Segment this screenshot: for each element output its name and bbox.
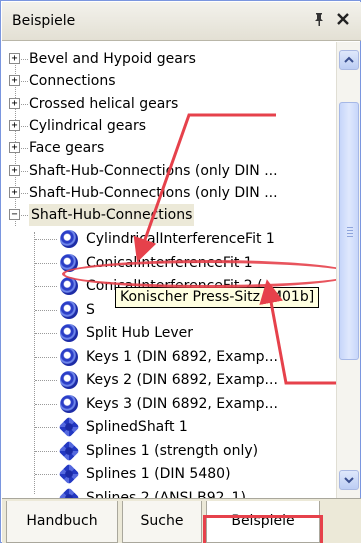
tab-handbuch[interactable]: Handbuch bbox=[6, 501, 118, 543]
chevron-down-icon bbox=[344, 477, 354, 484]
chevron-up-icon bbox=[344, 56, 354, 63]
tab-label: Handbuch bbox=[26, 513, 98, 529]
annotation-arrows bbox=[133, 113, 359, 385]
tab-label: Suche bbox=[140, 513, 184, 529]
examples-panel: Beispiele + Bevel and Hypoid gears + Connec… bbox=[0, 0, 361, 543]
scroll-thumb[interactable] bbox=[339, 102, 359, 360]
scroll-up-button[interactable] bbox=[339, 50, 359, 70]
scroll-down-button[interactable] bbox=[339, 470, 359, 490]
arrow-to-item bbox=[133, 113, 276, 263]
tab-suche[interactable]: Suche bbox=[122, 501, 202, 543]
vertical-scrollbar[interactable] bbox=[336, 42, 360, 498]
tab-highlight-box bbox=[203, 515, 323, 543]
